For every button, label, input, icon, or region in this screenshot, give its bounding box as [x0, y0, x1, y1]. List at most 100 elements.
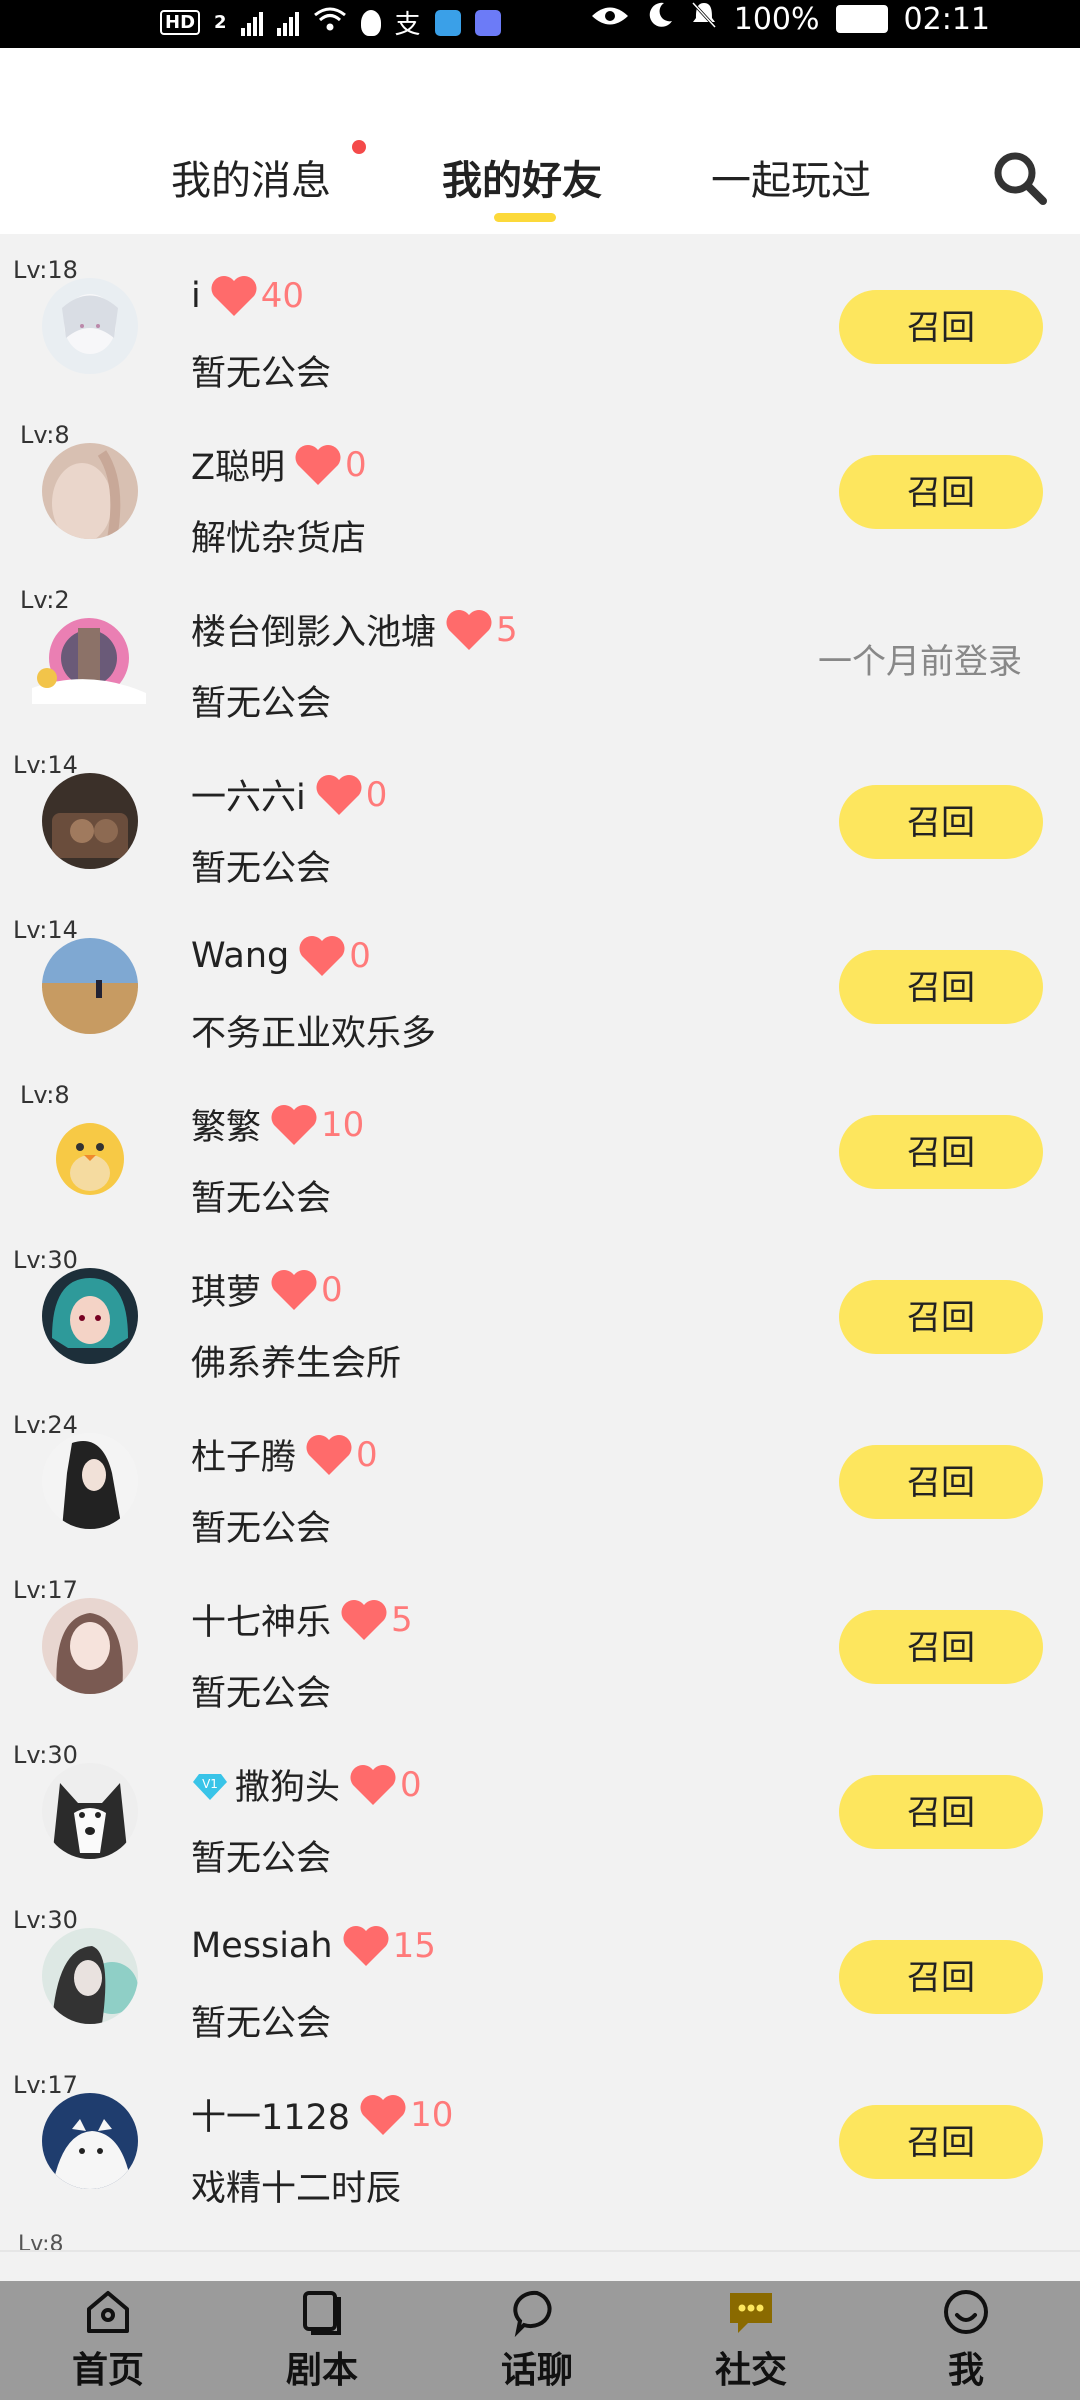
nav-label: 我 [947, 2350, 984, 2391]
guild-name: 暂无公会 [191, 684, 332, 724]
heart-icon [211, 276, 257, 316]
friend-row[interactable]: Lv:30 V1 撒狗头 0 暂无公会 召回 [0, 1719, 1080, 1884]
active-tab-indicator [494, 213, 556, 222]
avatar[interactable] [42, 1928, 138, 2024]
friend-name: 撒狗头 [235, 1768, 341, 1808]
tab-my-friends[interactable]: 我的好友 [442, 148, 602, 206]
vip-diamond-icon: V1 [193, 1773, 227, 1800]
home-icon [87, 2291, 129, 2333]
bottom-nav: 首页 剧本 话聊 社交 我 [0, 2281, 1080, 2400]
friend-row[interactable]: Lv:8 Z聪明 0 解忧杂货店 召回 [0, 399, 1080, 564]
nav-item-chat[interactable]: 话聊 [477, 2281, 597, 2400]
recall-button[interactable]: 召回 [839, 950, 1043, 1024]
friend-name: Z聪明 [191, 448, 285, 488]
friend-row[interactable]: Lv:30 Messiah 15 暂无公会 召回 [0, 1884, 1080, 2049]
status-bar: HD 2 支 100% 02:11 [0, 0, 1080, 48]
friend-row[interactable]: Lv:17 十一1128 10 戏精十二时辰 召回 [0, 2049, 1080, 2214]
friend-name: 一六六i [191, 778, 306, 818]
nav-divider [0, 2250, 1080, 2252]
recall-button[interactable]: 召回 [839, 455, 1043, 529]
heart-icon [446, 609, 492, 650]
name-line: 琪萝 0 [191, 1264, 343, 1315]
top-tab-bar: 我的消息 我的好友 一起玩过 [0, 48, 1080, 234]
mute-bell-icon [690, 0, 718, 38]
tab-my-messages[interactable]: 我的消息 [171, 148, 331, 206]
avatar[interactable] [42, 1103, 138, 1199]
heart-icon [341, 1599, 387, 1640]
recall-button[interactable]: 召回 [839, 2105, 1043, 2179]
name-line: Z聪明 0 [191, 439, 367, 490]
heart-count: 0 [344, 444, 367, 485]
heart-count: 5 [391, 1599, 413, 1640]
avatar[interactable] [42, 443, 138, 539]
level-label-partial: Lv:8 [18, 2232, 64, 2257]
name-line: 楼台倒影入池塘 5 [191, 604, 518, 655]
friend-name: i [191, 276, 201, 316]
guild-name: 暂无公会 [191, 1509, 332, 1549]
friend-row[interactable]: Lv:2 楼台倒影入池塘 5 暂无公会 一个月前登录 [0, 564, 1080, 729]
avatar[interactable] [42, 2093, 138, 2189]
nav-item-me[interactable]: 我 [906, 2281, 1026, 2400]
heart-icon [360, 2094, 406, 2135]
heart-icon [271, 1269, 317, 1310]
search-icon[interactable] [992, 150, 1048, 206]
heart-count: 5 [496, 609, 518, 650]
recall-button[interactable]: 召回 [839, 1940, 1043, 2014]
avatar[interactable] [42, 278, 138, 374]
friend-row[interactable]: Lv:30 琪萝 0 佛系养生会所 召回 [0, 1224, 1080, 1389]
name-line: 繁繁 10 [191, 1099, 364, 1150]
avatar[interactable] [42, 773, 138, 869]
level-label: Lv:14 [13, 916, 78, 944]
heart-count: 10 [410, 2094, 454, 2135]
avatar[interactable] [42, 938, 138, 1034]
heart-count: 10 [321, 1104, 365, 1145]
heart-icon [306, 1434, 352, 1475]
tab-played-together[interactable]: 一起玩过 [711, 148, 871, 206]
recall-button[interactable]: 召回 [839, 290, 1043, 364]
nav-label: 社交 [714, 2350, 787, 2391]
friend-name: 十一1128 [191, 2098, 351, 2138]
nav-item-script[interactable]: 剧本 [262, 2281, 382, 2400]
avatar[interactable] [22, 608, 156, 704]
level-label: Lv:14 [13, 751, 78, 779]
friend-row[interactable]: Lv:18 i 40 暂无公会 召回 [0, 234, 1080, 399]
nav-item-social[interactable]: 社交 [691, 2281, 811, 2400]
recall-button[interactable]: 召回 [839, 1445, 1043, 1519]
heart-count: 0 [356, 1434, 378, 1475]
recall-button[interactable]: 召回 [839, 1115, 1043, 1189]
avatar[interactable] [42, 1268, 138, 1364]
guild-name: 不务正业欢乐多 [191, 1014, 437, 1054]
avatar[interactable] [42, 1433, 138, 1529]
nav-label: 剧本 [285, 2350, 358, 2391]
avatar[interactable] [42, 1598, 138, 1694]
heart-count: 0 [365, 774, 388, 815]
avatar[interactable] [42, 1763, 138, 1859]
friend-name: 杜子腾 [191, 1438, 297, 1478]
level-label: Lv:24 [13, 1411, 78, 1439]
heart-icon [316, 774, 362, 815]
level-label: Lv:30 [13, 1906, 78, 1934]
recall-button[interactable]: 召回 [839, 1775, 1043, 1849]
name-line: 十一1128 10 [191, 2089, 453, 2140]
name-line: 一六六i 0 [191, 769, 387, 820]
guild-name: 暂无公会 [191, 354, 332, 394]
friend-row[interactable]: Lv:17 十七神乐 5 暂无公会 召回 [0, 1554, 1080, 1719]
guild-name: 暂无公会 [191, 2004, 332, 2044]
nav-item-home[interactable]: 首页 [48, 2281, 168, 2400]
name-line: Messiah 15 [191, 1924, 436, 1968]
name-line: V1 撒狗头 0 [191, 1759, 422, 1810]
guild-name: 解忧杂货店 [191, 519, 367, 559]
heart-count: 0 [400, 1764, 422, 1805]
name-line: Wang 0 [191, 934, 371, 978]
recall-button[interactable]: 召回 [839, 1610, 1043, 1684]
friend-row[interactable]: Lv:14 一六六i 0 暂无公会 召回 [0, 729, 1080, 894]
guild-name: 暂无公会 [191, 1839, 332, 1879]
friend-row[interactable]: Lv:8 繁繁 10 暂无公会 召回 [0, 1059, 1080, 1224]
friend-row[interactable]: Lv:24 杜子腾 0 暂无公会 召回 [0, 1389, 1080, 1554]
wifi-icon [313, 5, 347, 40]
friend-row[interactable]: Lv:14 Wang 0 不务正业欢乐多 召回 [0, 894, 1080, 1059]
recall-button[interactable]: 召回 [839, 1280, 1043, 1354]
friend-name: 琪萝 [191, 1273, 262, 1313]
guild-name: 戏精十二时辰 [191, 2169, 402, 2209]
recall-button[interactable]: 召回 [839, 785, 1043, 859]
